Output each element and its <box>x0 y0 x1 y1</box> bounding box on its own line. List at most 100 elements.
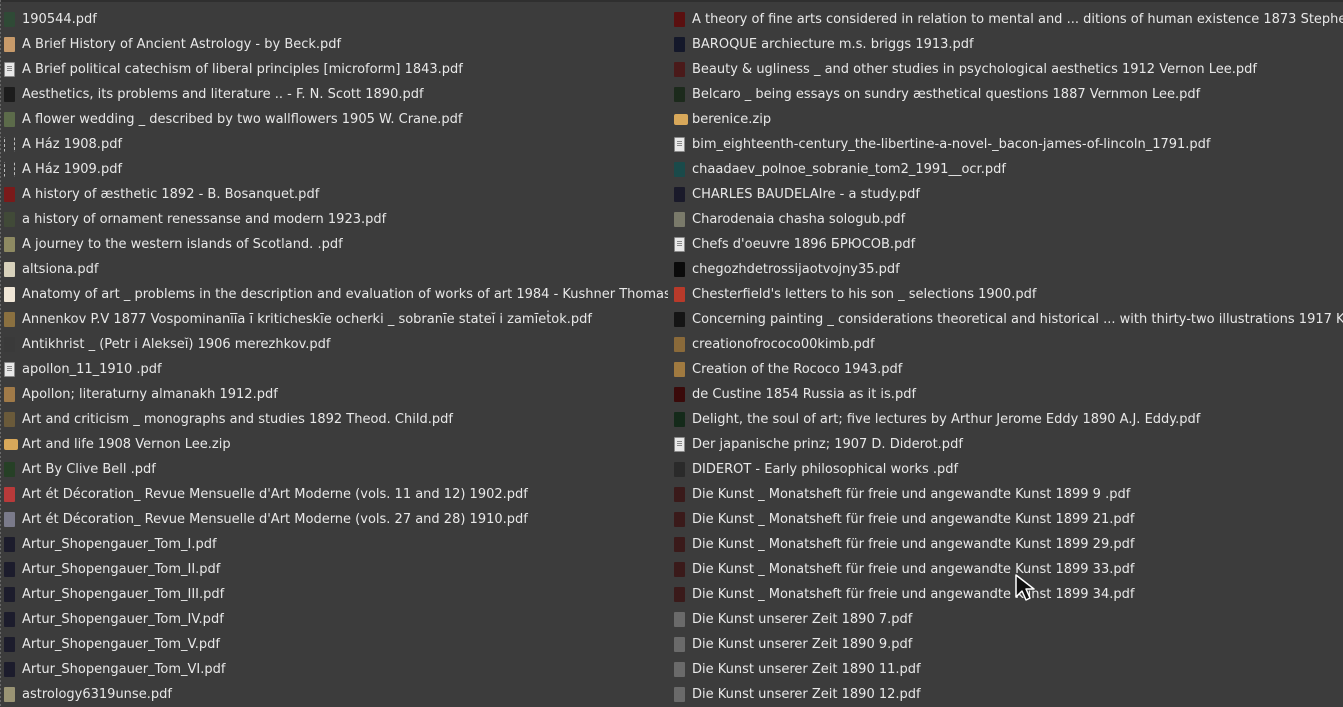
file-item[interactable]: A Ház 1909.pdf <box>4 157 668 182</box>
file-item[interactable]: Die Kunst _ Monatsheft für freie und ang… <box>674 582 1343 607</box>
book-cover-thumbnail-icon <box>674 262 685 277</box>
file-item[interactable]: Anatomy of art _ problems in the descrip… <box>4 282 668 307</box>
file-item[interactable]: apollon_11_1910 .pdf <box>4 357 668 382</box>
book-cover-thumbnail-icon <box>4 337 15 352</box>
book-cover-thumbnail-icon <box>4 412 15 427</box>
file-item[interactable]: creationofrococo00kimb.pdf <box>674 332 1343 357</box>
file-item[interactable]: 190544.pdf <box>4 7 668 32</box>
file-item[interactable]: Die Kunst unserer Zeit 1890 9.pdf <box>674 632 1343 657</box>
book-cover-thumbnail-icon <box>674 587 685 602</box>
file-item[interactable]: altsiona.pdf <box>4 257 668 282</box>
file-item[interactable]: Die Kunst _ Monatsheft für freie und ang… <box>674 507 1343 532</box>
file-item[interactable]: Art By Clive Bell .pdf <box>4 457 668 482</box>
file-item[interactable]: DIDEROT - Early philosophical works .pdf <box>674 457 1343 482</box>
file-item[interactable]: Die Kunst _ Monatsheft für freie und ang… <box>674 532 1343 557</box>
document-thumbnail-icon <box>4 62 15 77</box>
file-name: de Custine 1854 Russia as it is.pdf <box>692 387 917 402</box>
file-name: A history of æsthetic 1892 - B. Bosanque… <box>22 187 320 202</box>
file-name: A Ház 1908.pdf <box>22 137 123 152</box>
book-cover-thumbnail-icon <box>4 612 15 627</box>
file-item[interactable]: Belcaro _ being essays on sundry æstheti… <box>674 82 1343 107</box>
file-item[interactable]: Die Kunst unserer Zeit 1890 12.pdf <box>674 682 1343 707</box>
book-cover-thumbnail-icon <box>4 37 15 52</box>
file-item[interactable]: Creation of the Rococo 1943.pdf <box>674 357 1343 382</box>
file-item[interactable]: Die Kunst unserer Zeit 1890 7.pdf <box>674 607 1343 632</box>
file-item[interactable]: A history of æsthetic 1892 - B. Bosanque… <box>4 182 668 207</box>
document-thumbnail-icon <box>674 237 685 252</box>
file-item[interactable]: Chesterfield's letters to his son _ sele… <box>674 282 1343 307</box>
file-name: bim_eighteenth-century_the-libertine-a-n… <box>692 137 1211 152</box>
file-item[interactable]: Apollon; literaturny almanakh 1912.pdf <box>4 382 668 407</box>
file-name: Die Kunst _ Monatsheft für freie und ang… <box>692 487 1131 502</box>
file-name: Die Kunst _ Monatsheft für freie und ang… <box>692 587 1135 602</box>
book-cover-thumbnail-icon <box>674 187 685 202</box>
file-name: Chesterfield's letters to his son _ sele… <box>692 287 1037 302</box>
file-name: astrology6319unse.pdf <box>22 687 172 702</box>
file-item[interactable]: Charodenaia chasha sologub.pdf <box>674 207 1343 232</box>
file-name: Chefs d'oeuvre 1896 БРЮСОВ.pdf <box>692 237 916 252</box>
book-cover-thumbnail-icon <box>674 87 685 102</box>
book-cover-thumbnail-icon <box>674 512 685 527</box>
file-item[interactable]: chaadaev_polnoe_sobranie_tom2_1991__ocr.… <box>674 157 1343 182</box>
file-item[interactable]: A Brief History of Ancient Astrology - b… <box>4 32 668 57</box>
file-item[interactable]: Aesthetics, its problems and literature … <box>4 82 668 107</box>
file-item[interactable]: Art ét Décoration_ Revue Mensuelle d'Art… <box>4 507 668 532</box>
file-item[interactable]: Antikhrist _ (Petr i Alekseĭ) 1906 merez… <box>4 332 668 357</box>
file-item[interactable]: Die Kunst unserer Zeit 1890 11.pdf <box>674 657 1343 682</box>
file-name: Der japanische prinz; 1907 D. Diderot.pd… <box>692 437 963 452</box>
file-name: Artur_Shopengauer_Tom_I.pdf <box>22 537 217 552</box>
file-item[interactable]: Artur_Shopengauer_Tom_III.pdf <box>4 582 668 607</box>
file-item[interactable]: bim_eighteenth-century_the-libertine-a-n… <box>674 132 1343 157</box>
file-item[interactable]: Die Kunst _ Monatsheft für freie und ang… <box>674 482 1343 507</box>
file-item[interactable]: Art and life 1908 Vernon Lee.zip <box>4 432 668 457</box>
file-column-right: A theory of fine arts considered in rela… <box>674 7 1343 707</box>
file-name: A Brief History of Ancient Astrology - b… <box>22 37 342 52</box>
file-item[interactable]: Annenkov P.V 1877 Vospominanīīa ī kritic… <box>4 307 668 332</box>
file-name: chaadaev_polnoe_sobranie_tom2_1991__ocr.… <box>692 162 1006 177</box>
book-cover-thumbnail-icon <box>4 287 15 302</box>
file-name: A theory of fine arts considered in rela… <box>692 12 1343 27</box>
file-item[interactable]: Artur_Shopengauer_Tom_VI.pdf <box>4 657 668 682</box>
file-item[interactable]: astrology6319unse.pdf <box>4 682 668 707</box>
file-item[interactable]: a history of ornament renessanse and mod… <box>4 207 668 232</box>
file-item[interactable]: Beauty & ugliness _ and other studies in… <box>674 57 1343 82</box>
book-cover-thumbnail-icon <box>4 587 15 602</box>
file-item[interactable]: A flower wedding _ described by two wall… <box>4 107 668 132</box>
file-item[interactable]: A theory of fine arts considered in rela… <box>674 7 1343 32</box>
file-name: Die Kunst unserer Zeit 1890 11.pdf <box>692 662 921 677</box>
file-name: Annenkov P.V 1877 Vospominanīīa ī kritic… <box>22 312 593 327</box>
file-item[interactable]: Art and criticism _ monographs and studi… <box>4 407 668 432</box>
file-item[interactable]: Artur_Shopengauer_Tom_IV.pdf <box>4 607 668 632</box>
book-cover-thumbnail-icon <box>4 512 15 527</box>
file-item[interactable]: de Custine 1854 Russia as it is.pdf <box>674 382 1343 407</box>
file-item[interactable]: Chefs d'oeuvre 1896 БРЮСОВ.pdf <box>674 232 1343 257</box>
file-item[interactable]: Concerning painting _ considerations the… <box>674 307 1343 332</box>
file-item[interactable]: Art ét Décoration_ Revue Mensuelle d'Art… <box>4 482 668 507</box>
book-cover-thumbnail-icon <box>674 312 685 327</box>
book-cover-thumbnail-icon <box>4 87 15 102</box>
file-item[interactable]: berenice.zip <box>674 107 1343 132</box>
file-item[interactable]: Delight, the soul of art; five lectures … <box>674 407 1343 432</box>
file-item[interactable]: Artur_Shopengauer_Tom_I.pdf <box>4 532 668 557</box>
book-cover-thumbnail-icon <box>674 412 685 427</box>
file-name: Aesthetics, its problems and literature … <box>22 87 424 102</box>
file-item[interactable]: chegozhdetrossijaotvojny35.pdf <box>674 257 1343 282</box>
file-item[interactable]: A Ház 1908.pdf <box>4 132 668 157</box>
file-name: altsiona.pdf <box>22 262 99 277</box>
file-item[interactable]: A journey to the western islands of Scot… <box>4 232 668 257</box>
arrow-pointer-icon <box>1015 574 1035 601</box>
file-name: 190544.pdf <box>22 12 97 27</box>
file-list-view[interactable]: 190544.pdf A Brief History of Ancient Ast… <box>0 0 1343 707</box>
file-name: A Ház 1909.pdf <box>22 162 123 177</box>
file-item[interactable]: Der japanische prinz; 1907 D. Diderot.pd… <box>674 432 1343 457</box>
file-name: Concerning painting _ considerations the… <box>692 312 1343 327</box>
book-cover-thumbnail-icon <box>4 662 15 677</box>
file-item[interactable]: BAROQUE archiecture m.s. briggs 1913.pdf <box>674 32 1343 57</box>
file-item[interactable]: Die Kunst _ Monatsheft für freie und ang… <box>674 557 1343 582</box>
file-name: Artur_Shopengauer_Tom_VI.pdf <box>22 662 226 677</box>
file-item[interactable]: A Brief political catechism of liberal p… <box>4 57 668 82</box>
file-item[interactable]: Artur_Shopengauer_Tom_V.pdf <box>4 632 668 657</box>
file-name: Art and criticism _ monographs and studi… <box>22 412 453 427</box>
file-item[interactable]: CHARLES BAUDELAIre - a study.pdf <box>674 182 1343 207</box>
file-item[interactable]: Artur_Shopengauer_Tom_II.pdf <box>4 557 668 582</box>
